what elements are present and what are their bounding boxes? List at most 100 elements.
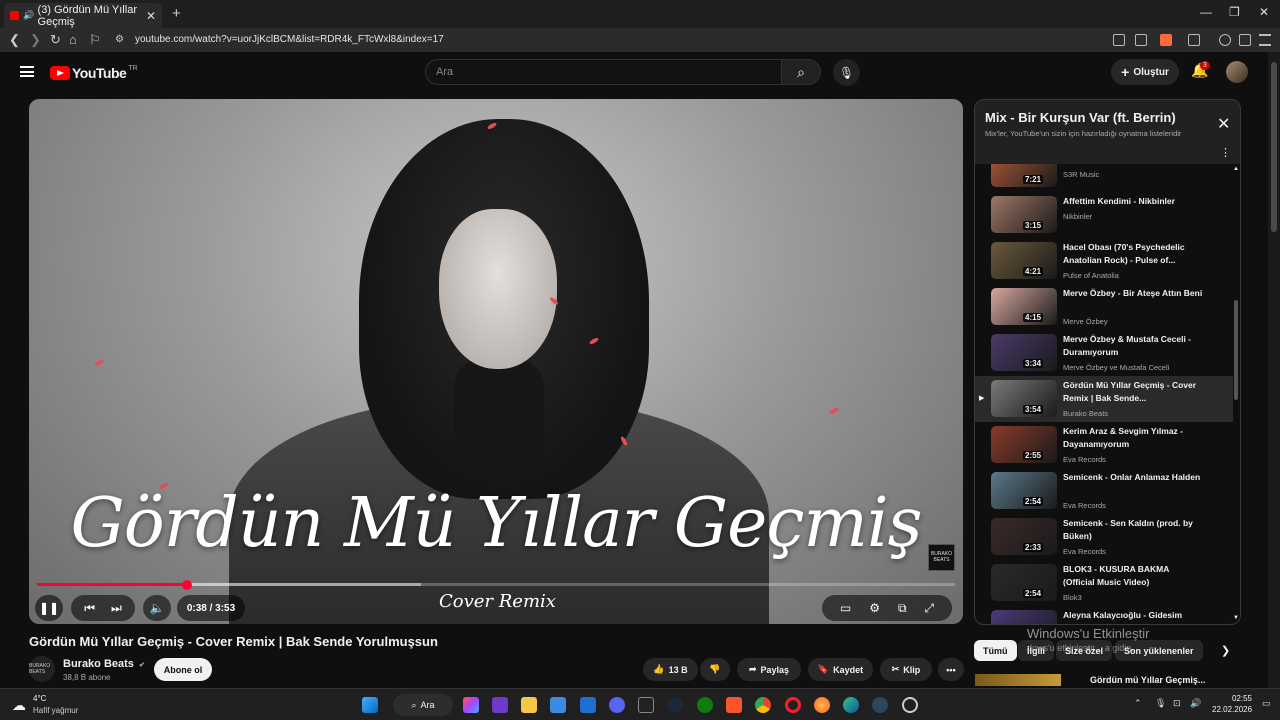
- playlist-item-title[interactable]: BLOK3 - KUSURA BAKMA (Official Music Vid…: [1063, 563, 1203, 589]
- settings-gear-icon[interactable]: ⚙: [869, 601, 880, 615]
- sidebar-icon[interactable]: [1188, 34, 1200, 46]
- xbox-icon[interactable]: [697, 697, 713, 713]
- chrome-icon[interactable]: [755, 697, 771, 713]
- playlist-item[interactable]: 2:55 Kerim Araz & Sevgim Yılmaz - Dayanam…: [975, 422, 1233, 468]
- epic-games-icon[interactable]: [638, 697, 654, 713]
- save-button[interactable]: 🔖 Kaydet: [808, 658, 873, 681]
- playlist-item[interactable]: ▶ 3:54 Gördün Mü Yıllar Geçmiş - Cover Rem…: [975, 376, 1233, 422]
- weather-cloud-icon[interactable]: ☁: [12, 697, 26, 714]
- playlist-item[interactable]: 3:15 Affettim Kendimi - Nikbinler Nikbinle…: [975, 192, 1233, 238]
- playlist-item[interactable]: 7:21 S3R Music: [975, 164, 1233, 192]
- playlist-item-title[interactable]: Merve Özbey - Bir Ateşe Attın Beni: [1063, 287, 1203, 300]
- miniplayer-icon[interactable]: ⧉: [898, 601, 907, 616]
- playlist-item[interactable]: 3:34 Merve Özbey & Mustafa Ceceli - Duram…: [975, 330, 1233, 376]
- back-icon[interactable]: ❮: [9, 32, 20, 48]
- playlist-item-title[interactable]: Semicenk - Sen Kaldın (prod. by Büken): [1063, 517, 1203, 543]
- playlist-item[interactable]: 4:21 Hacel Obası (70's Psychedelic Anatol…: [975, 238, 1233, 284]
- discord-icon[interactable]: [609, 697, 625, 713]
- channel-watermark[interactable]: BURAKO BEATS: [928, 544, 955, 571]
- channel-avatar[interactable]: BURAKO BEATS: [29, 656, 55, 682]
- store-icon[interactable]: [550, 697, 566, 713]
- playlist-item-title[interactable]: Affettim Kendimi - Nikbinler: [1063, 195, 1203, 208]
- chips-next-icon[interactable]: ❯: [1221, 644, 1230, 657]
- playlist-item-title[interactable]: Merve Özbey & Mustafa Ceceli - Duramıyor…: [1063, 333, 1203, 359]
- share-page-icon[interactable]: [1135, 34, 1147, 46]
- minimize-icon[interactable]: —: [1200, 5, 1212, 19]
- playlist-title[interactable]: Mix - Bir Kurşun Var (ft. Berrin): [985, 110, 1176, 125]
- user-avatar[interactable]: [1226, 61, 1248, 83]
- new-tab-button[interactable]: +: [172, 5, 181, 22]
- next-icon[interactable]: ⏭: [111, 601, 122, 616]
- playlist-scrollbar[interactable]: ▲ ▼: [1233, 166, 1239, 621]
- playlist-item-title[interactable]: Gördün Mü Yıllar Geçmiş - Cover Remix | …: [1063, 379, 1203, 405]
- previous-icon[interactable]: ⏮: [84, 601, 95, 616]
- reload-icon[interactable]: ↻: [50, 32, 61, 48]
- playlist-item[interactable]: Aleyna Kalaycıoğlu - Gidesim: [975, 606, 1233, 624]
- create-button[interactable]: + Oluştur: [1111, 59, 1179, 85]
- playlist-item-title[interactable]: Hacel Obası (70's Psychedelic Anatolian …: [1063, 241, 1203, 267]
- playlist-item[interactable]: 4:15 Merve Özbey - Bir Ateşe Attın Beni Me…: [975, 284, 1233, 330]
- notification-center-icon[interactable]: ▭: [1262, 698, 1271, 709]
- voice-search-button[interactable]: 🎙: [833, 59, 860, 86]
- subtitles-icon[interactable]: ▭: [840, 601, 851, 615]
- scroll-up-icon[interactable]: ▲: [1233, 166, 1239, 172]
- recommended-title[interactable]: Gördün mü Yıllar Geçmiş...: [1090, 675, 1205, 685]
- browser-tab[interactable]: 🔊 (3) Gördün Mü Yıllar Geçmiş ✕: [4, 3, 162, 28]
- firefox-icon[interactable]: [814, 697, 830, 713]
- cast-icon[interactable]: [1113, 34, 1125, 46]
- close-window-icon[interactable]: ✕: [1259, 5, 1269, 19]
- more-vert-icon[interactable]: ⋮: [1220, 146, 1231, 159]
- playlist-scroll-thumb[interactable]: [1234, 300, 1238, 400]
- share-button[interactable]: ➦ Paylaş: [737, 658, 801, 681]
- playlist-item-thumbnail[interactable]: [991, 610, 1057, 624]
- url-field[interactable]: youtube.com/watch?v=uorJjKclBCM&list=RDR…: [135, 34, 444, 45]
- like-button[interactable]: 👍 13 B: [643, 658, 698, 681]
- playlist-item-title[interactable]: Semicenk - Onlar Anlamaz Halden: [1063, 471, 1203, 484]
- vpn-icon[interactable]: [1239, 34, 1251, 46]
- bookmark-icon[interactable]: ⚐: [89, 32, 101, 48]
- edge-icon[interactable]: [843, 697, 859, 713]
- tray-mic-icon[interactable]: 🎙: [1155, 698, 1166, 709]
- playlist-item[interactable]: 2:54 Semicenk - Onlar Anlamaz Halden Eva R…: [975, 468, 1233, 514]
- scrubber-handle[interactable]: [181, 579, 192, 590]
- playlist-item-title[interactable]: Kerim Araz & Sevgim Yılmaz - Dayanamıyor…: [1063, 425, 1203, 451]
- chip-all[interactable]: Tümü: [974, 640, 1017, 661]
- playlist-item[interactable]: 2:33 Semicenk - Sen Kaldın (prod. by Büke…: [975, 514, 1233, 560]
- volume-button[interactable]: 🔈: [143, 595, 171, 621]
- fullscreen-icon[interactable]: ⤢: [925, 601, 935, 616]
- clip-button[interactable]: ✂ Klip: [880, 658, 932, 681]
- settings-app-icon[interactable]: [902, 697, 918, 713]
- close-icon[interactable]: ✕: [1217, 114, 1230, 134]
- dislike-button[interactable]: 👎: [700, 658, 730, 681]
- search-input[interactable]: Ara: [425, 59, 782, 85]
- brave-icon[interactable]: [726, 697, 742, 713]
- home-icon[interactable]: ⌂: [69, 32, 77, 47]
- scroll-down-icon[interactable]: ▼: [1233, 615, 1239, 621]
- playlist-item-title[interactable]: Aleyna Kalaycıoğlu - Gidesim: [1063, 609, 1203, 622]
- channel-name[interactable]: Burako Beats ✔: [63, 658, 145, 670]
- playlist-item[interactable]: 2:54 BLOK3 - KUSURA BAKMA (Official Music…: [975, 560, 1233, 606]
- youtube-logo[interactable]: YouTube TR: [50, 65, 138, 81]
- steam-icon[interactable]: [667, 697, 683, 713]
- taskbar-search[interactable]: ⌕ Ara: [393, 694, 453, 716]
- close-tab-icon[interactable]: ✕: [146, 9, 156, 23]
- recommended-thumbnail[interactable]: [975, 674, 1061, 686]
- progress-bar[interactable]: [37, 579, 955, 590]
- subscribe-button[interactable]: Abone ol: [154, 658, 212, 681]
- maximize-icon[interactable]: ❐: [1229, 5, 1240, 19]
- forward-icon[interactable]: ❯: [30, 32, 41, 48]
- system-clock[interactable]: 02:55 22.02.2026: [1212, 694, 1252, 714]
- opera-icon[interactable]: [785, 697, 801, 713]
- tray-chevron-icon[interactable]: ⌃: [1134, 698, 1142, 709]
- pause-button[interactable]: ❚❚: [35, 595, 63, 621]
- widgets-icon[interactable]: [492, 697, 508, 713]
- tray-volume-icon[interactable]: 🔊: [1190, 698, 1201, 709]
- menu-icon[interactable]: [1259, 34, 1271, 46]
- outlook-icon[interactable]: [580, 697, 596, 713]
- page-scroll-thumb[interactable]: [1271, 62, 1277, 232]
- copilot-icon[interactable]: [463, 697, 479, 713]
- brave-shield-icon[interactable]: [1160, 34, 1172, 46]
- tray-wifi-icon[interactable]: ⊡: [1173, 698, 1181, 709]
- video-player[interactable]: Gördün Mü Yıllar Geçmiş Cover Remix BURA…: [29, 99, 963, 624]
- hamburger-menu-icon[interactable]: [20, 66, 34, 77]
